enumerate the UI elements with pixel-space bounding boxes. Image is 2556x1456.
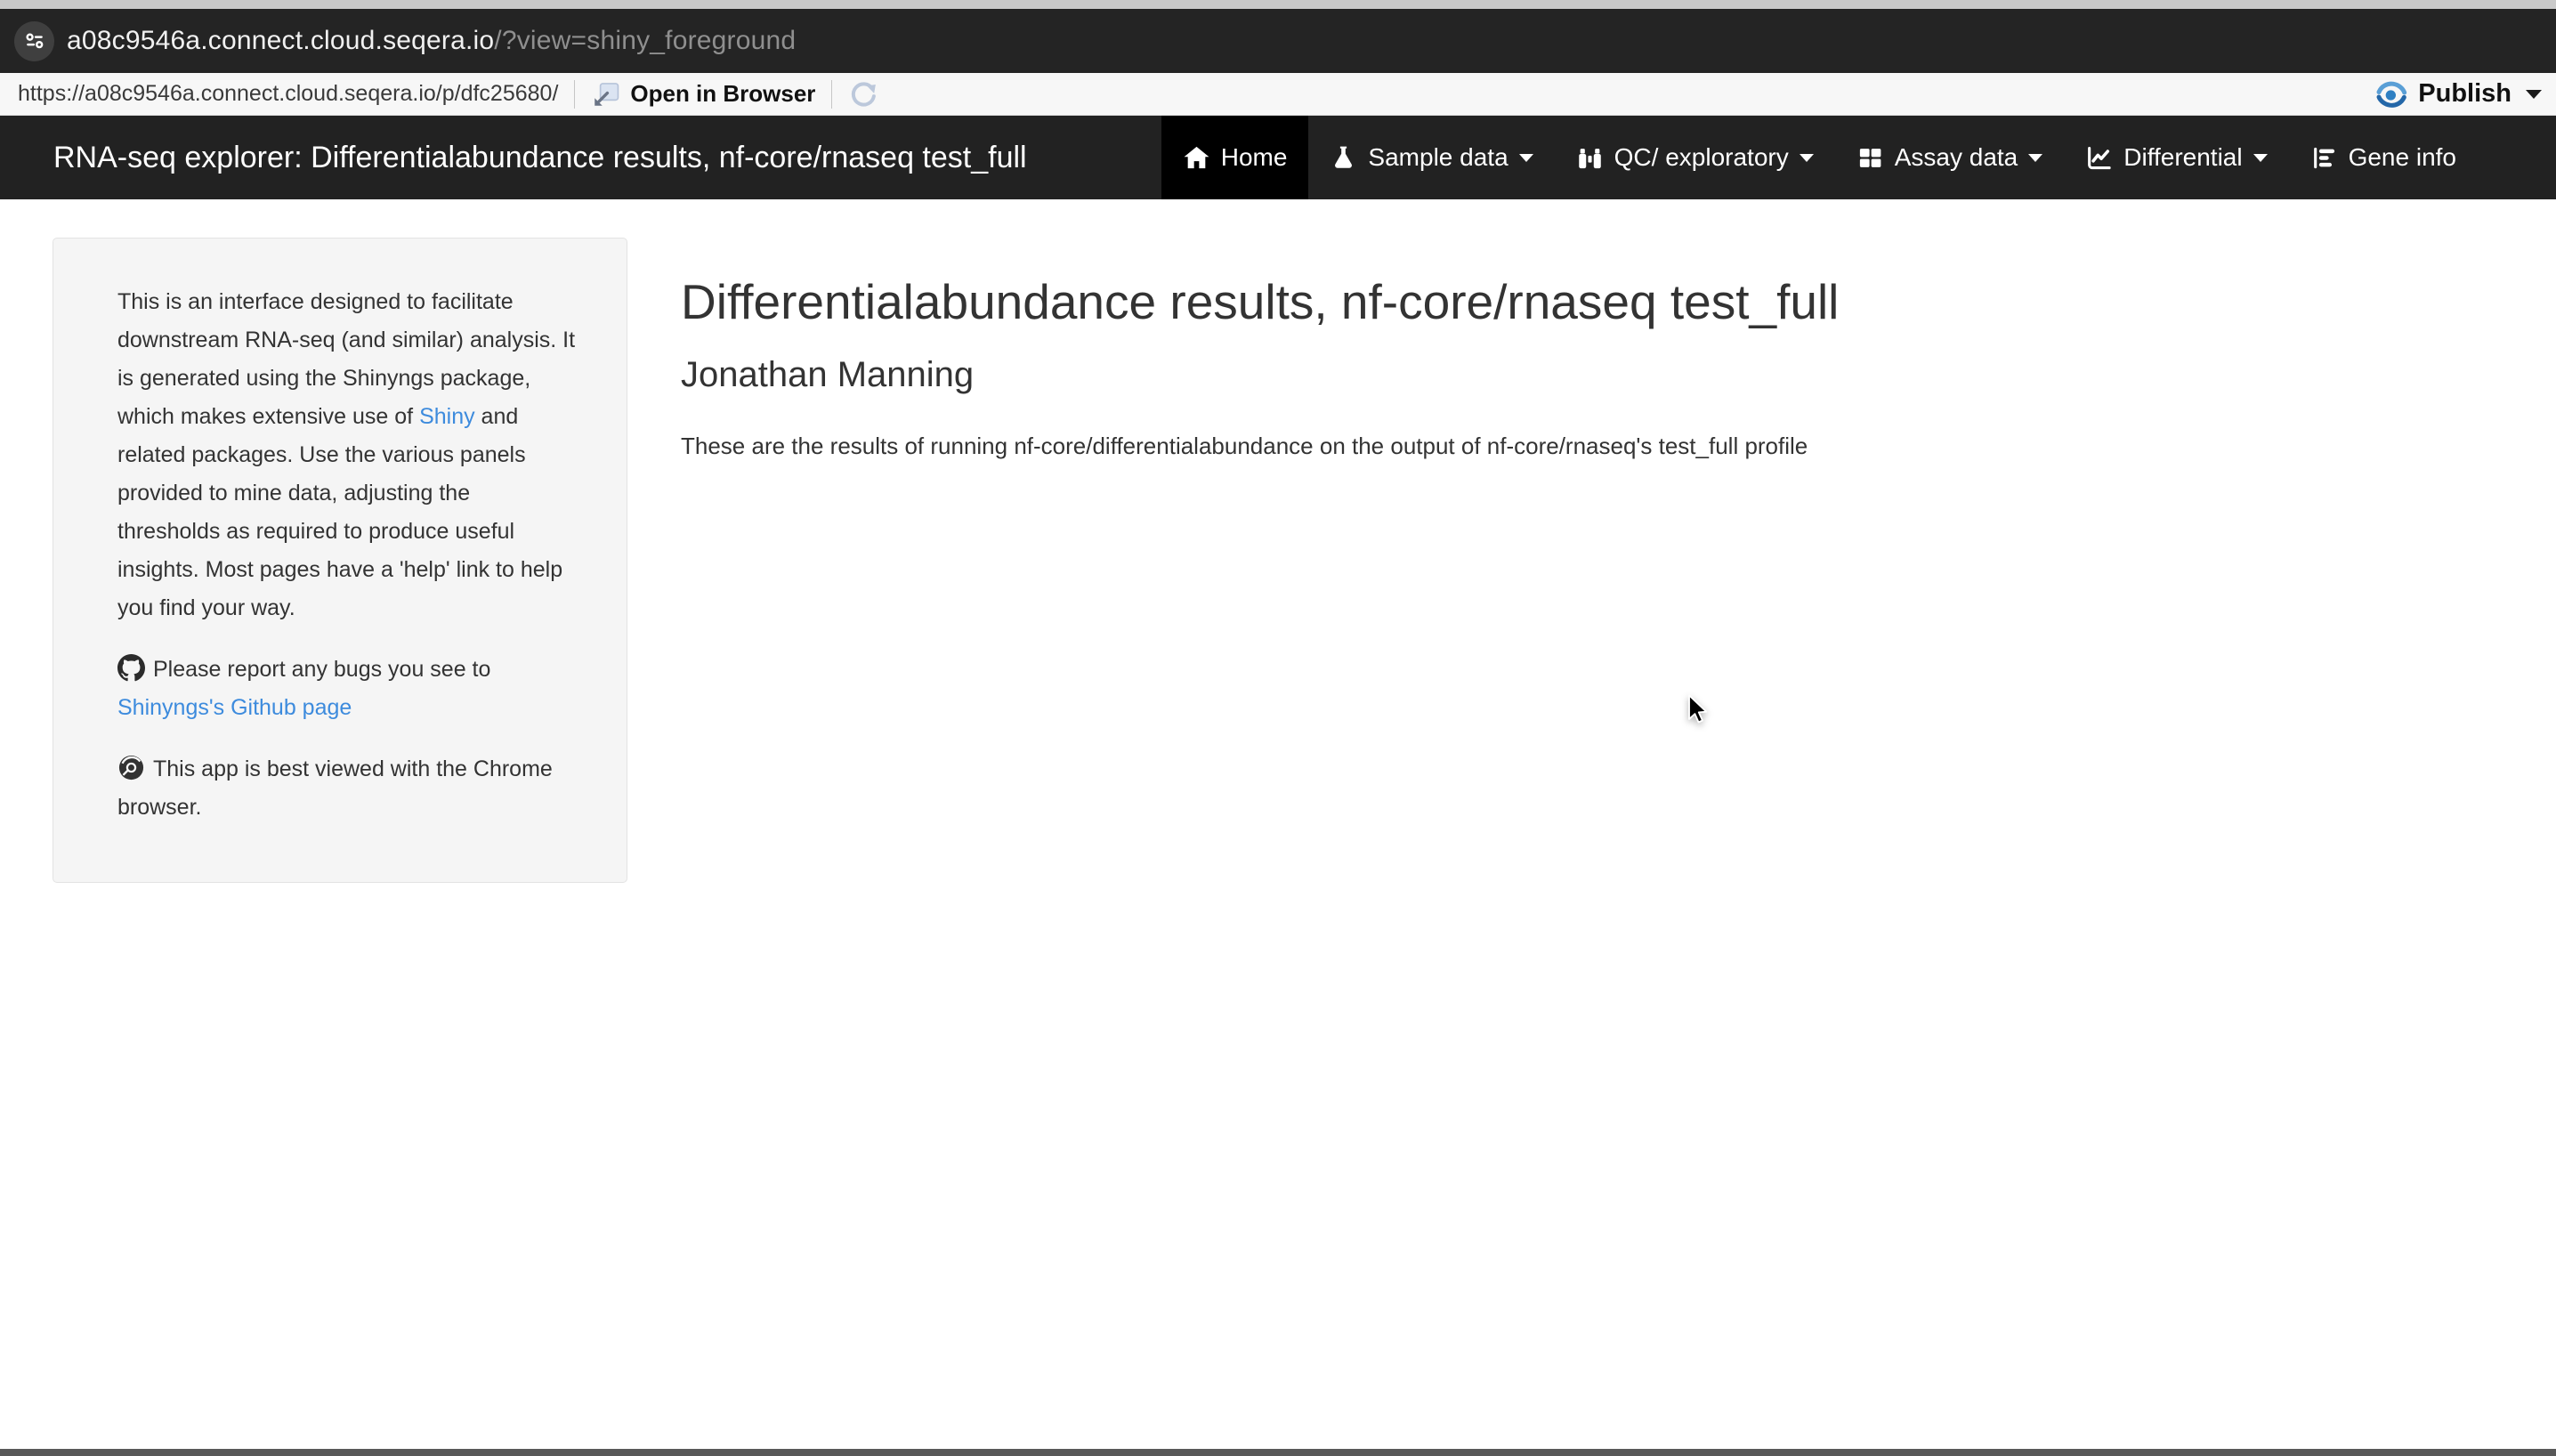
chrome-text: This app is best viewed with the Chrome … [117,756,553,820]
publish-button[interactable]: Publish [2374,77,2542,112]
nav-item-sample-data[interactable]: Sample data [1308,116,1554,199]
chevron-down-icon [2526,90,2542,99]
refresh-icon[interactable] [848,79,878,109]
nav-item-label: Differential [2123,143,2242,172]
app-title: RNA-seq explorer: Differentialabundance … [53,141,1027,175]
nav-item-gene-info[interactable]: Gene info [2289,116,2478,199]
bugs-text: Please report any bugs you see to [153,657,490,682]
chart-line-icon [2085,144,2113,172]
address-query: /?view=shiny_foreground [494,26,796,55]
nav-item-label: Assay data [1895,143,2018,172]
open-in-browser-label: Open in Browser [630,80,815,108]
nav-item-qc-exploratory[interactable]: QC/ exploratory [1555,116,1835,199]
nav-item-label: Home [1221,143,1288,172]
chevron-down-icon [2253,154,2268,162]
open-in-browser-icon [591,79,621,109]
page-title: Differentialabundance results, nf-core/r… [681,273,1839,330]
intro-paragraph: This is an interface designed to facilit… [117,283,577,627]
shiny-link[interactable]: Shiny [419,404,475,429]
screen: a08c9546a.connect.cloud.seqera.io/?view=… [0,0,2556,1456]
nav-item-home[interactable]: Home [1161,116,1309,199]
address-host: a08c9546a.connect.cloud.seqera.io [67,26,494,55]
github-icon [117,654,145,682]
intro-text-after: and related packages. Use the various pa… [117,404,562,620]
page-author: Jonathan Manning [681,355,1839,395]
nav-item-assay-data[interactable]: Assay data [1835,116,2065,199]
page-description: These are the results of running nf-core… [681,433,1839,460]
chrome-icon [117,754,145,781]
main-column: Differentialabundance results, nf-core/r… [681,238,1874,460]
sliders-icon[interactable] [14,21,54,61]
address-url[interactable]: a08c9546a.connect.cloud.seqera.io/?view=… [67,26,796,56]
page-content: This is an interface designed to facilit… [0,199,2556,883]
chevron-down-icon [2028,154,2042,162]
connect-logo-icon [2374,77,2409,112]
nav-item-label: Sample data [1368,143,1508,172]
bugs-paragraph: Please report any bugs you see to Shinyn… [117,651,577,727]
window-bottom-strip [0,1449,2556,1456]
toolbar-divider [574,80,575,109]
nav-item-differential[interactable]: Differential [2064,116,2288,199]
binoculars-icon [1576,144,1604,172]
github-page-link[interactable]: Shinyngs's Github page [117,695,352,720]
table-icon [1856,144,1884,172]
chart-bar-icon [2310,144,2338,172]
toolbar-divider [831,80,832,109]
flask-icon [1330,144,1357,172]
window-top-strip [0,0,2556,9]
home-icon [1183,144,1210,172]
connect-toolbar: https://a08c9546a.connect.cloud.seqera.i… [0,73,2556,116]
chrome-paragraph: This app is best viewed with the Chrome … [117,750,577,827]
address-bar[interactable]: a08c9546a.connect.cloud.seqera.io/?view=… [0,9,2556,73]
nav-item-label: Gene info [2349,143,2456,172]
toolbar-url: https://a08c9546a.connect.cloud.seqera.i… [18,81,558,107]
open-in-browser-button[interactable]: Open in Browser [591,79,815,109]
intro-sidebar: This is an interface designed to facilit… [53,238,627,883]
nav-item-label: QC/ exploratory [1614,143,1789,172]
app-navbar: RNA-seq explorer: Differentialabundance … [0,116,2556,199]
nav-items: Home Sample data [1161,116,2478,199]
publish-label: Publish [2418,79,2512,109]
chevron-down-icon [1800,154,1814,162]
chevron-down-icon [1519,154,1533,162]
